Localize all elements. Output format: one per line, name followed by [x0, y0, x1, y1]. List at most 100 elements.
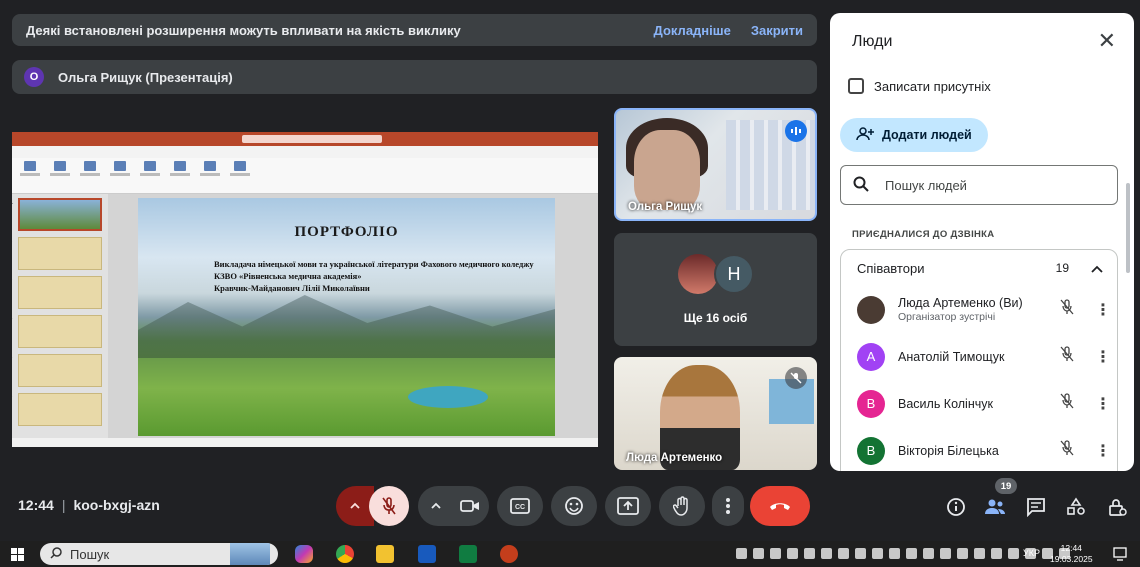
- participant-tile-others[interactable]: Н Ще 16 осіб: [614, 233, 817, 346]
- presenter-avatar: О: [24, 67, 44, 87]
- search-people-input[interactable]: [885, 177, 1085, 193]
- record-attendance-button[interactable]: Записати присутніх: [848, 78, 991, 94]
- end-call-button[interactable]: [750, 486, 810, 526]
- slide-title: ПОРТФОЛІО: [294, 224, 399, 240]
- meeting-time: 12:44: [18, 497, 54, 513]
- chat-icon[interactable]: [1023, 494, 1049, 520]
- video-options-arrow[interactable]: [418, 486, 454, 526]
- meeting-details-icon[interactable]: [943, 494, 969, 520]
- slide-thumbnails: 1 2 3 4 5 6: [12, 194, 108, 438]
- banner-close-link[interactable]: Закрити: [751, 23, 803, 38]
- participant-name: Ольга Рищук: [628, 201, 703, 213]
- slide-canvas: ПОРТФОЛІО Викладача німецької мови та ук…: [108, 194, 598, 438]
- panel-title: Люди: [852, 33, 893, 50]
- notifications-icon[interactable]: [1113, 547, 1127, 566]
- powerpoint-icon[interactable]: [500, 545, 518, 563]
- present-icon: [617, 497, 639, 515]
- mic-off-icon: [1057, 346, 1077, 367]
- more-options-icon[interactable]: ⋮: [1095, 394, 1111, 414]
- more-vert-icon: [726, 498, 730, 514]
- hand-icon: [673, 496, 688, 516]
- camera-icon: [460, 500, 479, 512]
- captions-icon: CC: [510, 498, 530, 514]
- powerpoint-statusbar: [12, 438, 598, 447]
- activities-icon[interactable]: [1063, 494, 1089, 520]
- slide-thumbnail: 1: [12, 198, 102, 231]
- presenter-label: Ольга Рищук (Презентація): [58, 69, 233, 85]
- add-person-icon: [856, 126, 874, 144]
- more-options-icon[interactable]: ⋮: [1095, 347, 1111, 367]
- captions-button[interactable]: CC: [497, 486, 543, 526]
- participant-role: Організатор зустрічі: [898, 311, 996, 323]
- mic-off-icon: [1057, 299, 1077, 320]
- people-panel: Люди ✕ Записати присутніх Додати людей П…: [830, 13, 1134, 471]
- participant-name: Люда Артеменко: [626, 452, 723, 464]
- meeting-time-and-code: 12:44 | koo-bxgj-azn: [18, 497, 160, 513]
- powerpoint-titlebar: [12, 132, 598, 146]
- contributors-group: Співавтори 19 Люда Артеменко (Ви) Органі…: [840, 249, 1118, 471]
- presenter-bar: О Ольга Рищук (Презентація): [12, 60, 817, 94]
- svg-text:CC: CC: [515, 504, 525, 511]
- avatar: В: [857, 436, 885, 465]
- panel-scrollbar[interactable]: [1126, 183, 1130, 273]
- present-screen-button[interactable]: [605, 486, 651, 526]
- participant-row[interactable]: А Анатолій Тимощук ⋮: [841, 333, 1117, 380]
- chevron-up-icon[interactable]: [1091, 261, 1103, 276]
- word-icon[interactable]: [418, 545, 436, 563]
- file-explorer-icon[interactable]: [376, 545, 394, 563]
- copilot-icon[interactable]: [295, 545, 313, 563]
- host-controls-icon[interactable]: [1104, 494, 1130, 520]
- camera-toggle-button[interactable]: [451, 486, 489, 526]
- attendance-icon: [848, 78, 864, 94]
- more-options-button[interactable]: [712, 486, 744, 526]
- participant-name: Анатолій Тимощук: [898, 349, 1005, 364]
- more-options-icon[interactable]: ⋮: [1095, 441, 1111, 461]
- joined-section-header: ПРИЄДНАЛИСЯ ДО ДЗВІНКА: [852, 229, 995, 240]
- chrome-icon[interactable]: [336, 545, 354, 563]
- powerpoint-ribbon: [12, 158, 598, 194]
- excel-icon[interactable]: [459, 545, 477, 563]
- participant-row[interactable]: В Вікторія Білецька ⋮: [841, 427, 1117, 471]
- avatar: Н: [714, 254, 754, 294]
- extensions-warning-banner: Деякі встановлені розширення можуть впли…: [12, 14, 817, 46]
- slide-thumbnail: 5: [12, 354, 102, 387]
- slide-thumbnail: 3: [12, 276, 102, 309]
- system-tray-icons[interactable]: [736, 548, 1070, 559]
- avatar: [678, 254, 718, 294]
- banner-message: Деякі встановлені розширення можуть впли…: [26, 22, 461, 38]
- participant-tile-main[interactable]: Ольга Рищук: [614, 108, 817, 221]
- contributors-group-header[interactable]: Співавтори 19: [841, 250, 1117, 286]
- meeting-code: koo-bxgj-azn: [73, 497, 160, 513]
- participant-row[interactable]: Люда Артеменко (Ви) Організатор зустрічі…: [841, 286, 1117, 333]
- raise-hand-button[interactable]: [659, 486, 705, 526]
- microphone-toggle-button[interactable]: [369, 486, 409, 526]
- people-count-badge: 19: [995, 478, 1017, 494]
- slide-thumbnail: 4: [12, 315, 102, 348]
- slide-subtitle: Викладача німецької мови та української …: [214, 259, 534, 293]
- mic-off-icon: [382, 497, 396, 515]
- speaking-indicator-icon: [785, 120, 807, 142]
- participant-tile-self[interactable]: Люда Артеменко: [614, 357, 817, 470]
- participant-name: Вікторія Білецька: [898, 443, 999, 458]
- search-people-field: [840, 165, 1118, 205]
- windows-taskbar: Пошук УКР 12:44 19.03.2025: [0, 541, 1140, 567]
- close-icon[interactable]: ✕: [1098, 30, 1116, 52]
- group-name: Співавтори: [857, 260, 925, 276]
- current-slide: ПОРТФОЛІО Викладача німецької мови та ук…: [138, 198, 555, 436]
- participant-name: Люда Артеменко (Ви): [898, 296, 1023, 310]
- learn-more-link[interactable]: Докладніше: [654, 23, 731, 38]
- add-people-button[interactable]: Додати людей: [840, 118, 988, 152]
- more-options-icon[interactable]: ⋮: [1095, 300, 1111, 320]
- search-icon: [50, 546, 62, 562]
- participant-row[interactable]: В Василь Колінчук ⋮: [841, 380, 1117, 427]
- powerpoint-ribbon-tabs: [12, 146, 598, 158]
- hang-up-icon: [770, 503, 790, 510]
- emoji-reactions-button[interactable]: [551, 486, 597, 526]
- input-language[interactable]: УКР: [1023, 548, 1040, 558]
- taskbar-search[interactable]: Пошук: [40, 543, 278, 565]
- meeting-controls-bar: 12:44 | koo-bxgj-azn CC 19: [0, 478, 1140, 538]
- more-participants-label: Ще 16 осіб: [683, 311, 748, 325]
- people-icon[interactable]: [982, 494, 1008, 520]
- taskbar-clock[interactable]: 12:44 19.03.2025: [1050, 543, 1093, 565]
- windows-start-icon[interactable]: [11, 548, 24, 566]
